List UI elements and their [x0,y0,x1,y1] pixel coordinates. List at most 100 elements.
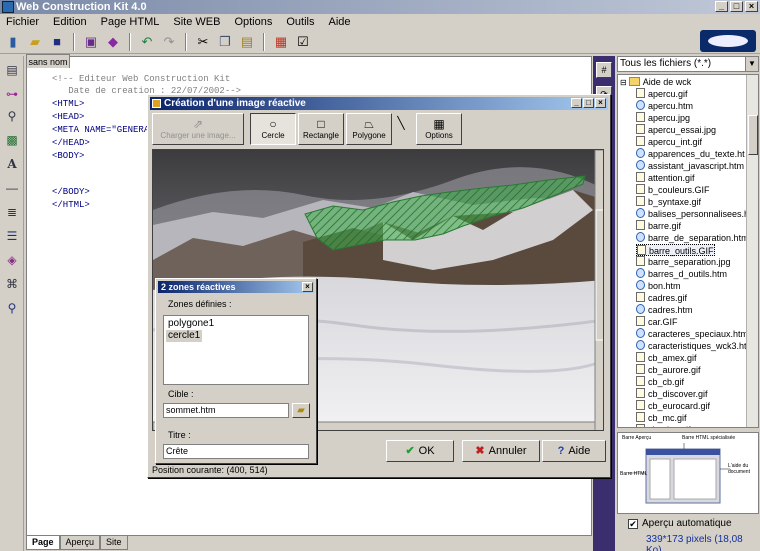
file-item[interactable]: apercu_int.gif [636,136,702,148]
file-item[interactable]: bon.htm [636,280,681,292]
image-icon[interactable]: ▩ [4,132,20,148]
line-tool-button[interactable]: ╲ [394,113,408,145]
target-input[interactable]: sommet.htm [163,403,289,418]
horizontal-rule-icon[interactable]: — [4,180,20,196]
save-icon[interactable]: ■ [48,33,66,51]
file-item[interactable]: caracteres_speciaux.htm [636,328,748,340]
circle-tool-button[interactable]: ○ Cercle [250,113,296,145]
menu-page-html[interactable]: Page HTML [101,14,160,30]
file-item[interactable]: b_couleurs.GIF [636,184,710,196]
file-item[interactable]: cb_discover.gif [636,388,708,400]
file-item[interactable]: apparences_du_texte.ht [636,148,745,160]
menu-site-web[interactable]: Site WEB [173,14,220,30]
form-icon[interactable]: ≣ [4,204,20,220]
multimedia-icon[interactable]: ◈ [4,252,20,268]
file-tree[interactable]: ⊟ Aide de wck apercu.gif apercu.htm apercu.… [617,74,759,428]
file-item[interactable]: cb_cb.gif [636,376,684,388]
menu-aide[interactable]: Aide [328,14,350,30]
file-item[interactable]: assistant_javascript.htm [636,160,744,172]
options-button[interactable]: ▦ Options [416,113,462,145]
print-icon[interactable]: ▣ [82,33,100,51]
zones-list[interactable]: polygone1 cercle1 [163,315,309,385]
table-icon[interactable]: ▦ [272,33,290,51]
cut-icon[interactable]: ✂ [194,33,212,51]
file-item[interactable]: apercu.jpg [636,112,690,124]
rectangle-tool-button[interactable]: □ Rectangle [298,113,344,145]
menu-edition[interactable]: Edition [53,14,87,30]
cancel-button[interactable]: ✖ Annuler [462,440,540,462]
file-item[interactable]: cadres.htm [636,304,693,316]
checkbox[interactable]: ✔ [628,519,638,529]
help-button[interactable]: ? Aide [542,440,606,462]
menu-options[interactable]: Options [234,14,272,30]
document-icon[interactable]: ▤ [4,62,20,78]
link-icon[interactable]: ⚲ [4,108,20,124]
left-tool-bar: ▤ ⊶ ⚲ ▩ A — ≣ ☰ ◈ ⌘ ⚲ [0,56,24,551]
search-icon[interactable]: ⚲ [4,300,20,316]
redo-icon[interactable]: ↷ [160,33,178,51]
file-item[interactable]: barre_de_separation.htm [636,232,749,244]
file-item[interactable]: apercu.gif [636,88,688,100]
file-item[interactable]: apercu.htm [636,100,693,112]
maximize-button[interactable]: □ [730,1,743,12]
close-button[interactable]: × [302,282,313,292]
close-button[interactable]: × [745,1,758,12]
polygon-tool-button[interactable]: ⏢ Polygone [346,113,392,145]
file-item[interactable]: cb_amex.gif [636,352,697,364]
menu-fichier[interactable]: Fichier [6,14,39,30]
file-item[interactable]: caracteristiques_wck3.ht [636,340,747,352]
minimize-button[interactable]: _ [715,1,728,12]
undo-icon[interactable]: ↶ [138,33,156,51]
chevron-down-icon[interactable]: ▼ [745,57,758,71]
file-tree-scrollbar[interactable] [746,75,758,427]
file-item[interactable]: b_syntaxe.gif [636,196,701,208]
scroll-thumb[interactable] [748,115,758,155]
html-file-icon [636,304,645,314]
script-icon[interactable]: ⌘ [4,276,20,292]
font-icon[interactable]: A [4,156,20,172]
menu-outils[interactable]: Outils [286,14,314,30]
file-item[interactable]: cadres.gif [636,292,687,304]
file-item[interactable]: cb_eurocard.gif [636,400,710,412]
image-file-icon [636,220,645,230]
html-tag-icon[interactable]: ⊶ [4,86,20,102]
file-item[interactable]: cb_visa.gif [636,424,691,427]
file-item[interactable]: attention.gif [636,172,695,184]
minimize-button[interactable]: _ [571,98,582,108]
tab-apercu[interactable]: Aperçu [59,536,101,550]
new-file-icon[interactable]: ▮ [4,33,22,51]
file-filter-select[interactable]: Tous les fichiers (*.*) ▼ [617,56,759,72]
file-item[interactable]: cb_mc.gif [636,412,687,424]
close-button[interactable]: × [595,98,606,108]
tree-root[interactable]: ⊟ Aide de wck [620,76,691,88]
file-item[interactable]: apercu_essai.jpg [636,124,716,136]
tab-page[interactable]: Page [26,536,60,550]
copy-icon[interactable]: ❐ [216,33,234,51]
file-item[interactable]: barre_outils.GIF [636,244,715,256]
hash-icon[interactable]: # [596,62,612,78]
ok-button[interactable]: ✔ OK [386,440,454,462]
open-folder-icon[interactable]: ▰ [26,33,44,51]
tab-sans-nom[interactable]: sans nom [26,54,70,68]
check-icon[interactable]: ☑ [294,33,312,51]
auto-preview-toggle[interactable]: ✔ Aperçu automatique [628,518,732,529]
maximize-button[interactable]: □ [583,98,594,108]
file-name: cb_amex.gif [648,353,697,363]
file-item[interactable]: cb_aurore.gif [636,364,701,376]
list-icon[interactable]: ☰ [4,228,20,244]
code-line: <META NAME="GENERA [52,125,150,135]
file-item[interactable]: barre_separation.jpg [636,256,731,268]
tab-site[interactable]: Site [100,536,128,550]
file-item[interactable]: barre.gif [636,220,681,232]
preview-icon[interactable]: ◆ [104,33,122,51]
file-item[interactable]: barres_d_outils.htm [636,268,727,280]
browse-folder-icon[interactable]: ▰ [292,403,310,418]
load-image-button[interactable]: ⇗ Charger une image... [152,113,244,145]
paste-icon[interactable]: ▤ [238,33,256,51]
zone-item-cercle1[interactable]: cercle1 [166,330,203,342]
file-item[interactable]: balises_personnalisees.h [636,208,749,220]
file-item[interactable]: car.GIF [636,316,678,328]
zone-item-polygone1[interactable]: polygone1 [166,318,216,330]
title-input[interactable]: Crête [163,444,309,459]
preview-label: Barre HTML spécialisée [682,435,736,441]
